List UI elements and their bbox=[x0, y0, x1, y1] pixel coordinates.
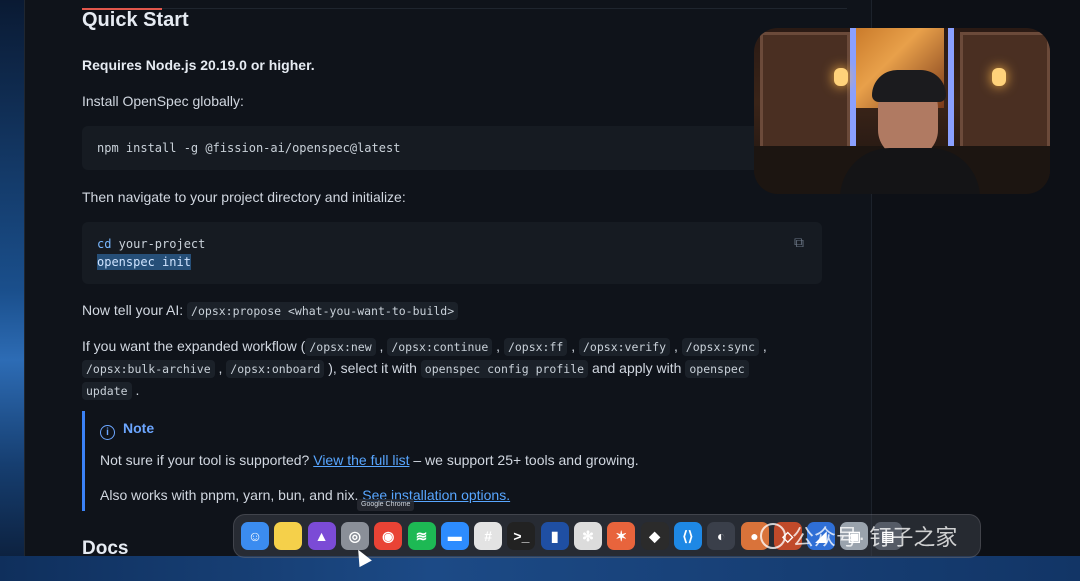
dock-icon-app-orange[interactable]: ✶ bbox=[607, 522, 636, 550]
docs-title: Docs bbox=[82, 538, 129, 559]
webcam-overlay bbox=[754, 28, 1050, 194]
cmd-sync: /opsx:sync bbox=[681, 338, 760, 356]
expanded-line-3: update . bbox=[82, 379, 139, 402]
webcam-neon-right bbox=[948, 28, 954, 148]
dock-icon-zoom[interactable]: ▬ bbox=[440, 522, 469, 550]
desktop-background bbox=[0, 0, 24, 581]
dock-icon-vscode[interactable]: ⟨⟩ bbox=[673, 522, 702, 550]
note-line-2: Also works with pnpm, yarn, bun, and nix… bbox=[100, 484, 510, 506]
note-line-1: Not sure if your tool is supported? View… bbox=[100, 449, 639, 471]
note-line1-prefix: Not sure if your tool is supported? bbox=[100, 452, 310, 468]
cd-arg: your-project bbox=[111, 237, 206, 251]
expanded-prefix: If you want the expanded workflow ( bbox=[82, 338, 306, 354]
cd-keyword: cd bbox=[97, 237, 112, 251]
note-header: i Note bbox=[100, 417, 154, 440]
dock-icon-chatgpt[interactable]: ✻ bbox=[574, 522, 602, 550]
divider bbox=[82, 8, 847, 9]
install-command[interactable]: npm install -g @fission-ai/openspec@late… bbox=[97, 140, 400, 156]
tell-ai-prefix: Now tell your AI: bbox=[82, 302, 184, 318]
dock-icon-app-dark[interactable]: ◐ bbox=[707, 522, 736, 550]
dock-icon-app-blue[interactable]: ▮ bbox=[540, 522, 569, 550]
cmd-ff: /opsx:ff bbox=[503, 338, 568, 356]
propose-command: /opsx:propose <what-you-want-to-build> bbox=[187, 302, 459, 320]
dock-icon-spotify[interactable]: ≋ bbox=[407, 522, 436, 550]
navigate-intro: Then navigate to your project directory … bbox=[82, 189, 406, 205]
expanded-line-1: If you want the expanded workflow (/opsx… bbox=[82, 338, 767, 356]
note-line2-prefix: Also works with pnpm, yarn, bun, and nix… bbox=[100, 487, 359, 503]
dock-icon-app-gray[interactable]: ◎ bbox=[340, 522, 369, 550]
dock-icon-app-purple[interactable]: ▲ bbox=[307, 522, 336, 550]
tell-ai-text: Now tell your AI: /opsx:propose <what-yo… bbox=[82, 299, 459, 322]
note-title: Note bbox=[123, 420, 155, 436]
cmd-bulk-archive: /opsx:bulk-archive bbox=[82, 360, 215, 378]
note-line1-suffix: – we support 25+ tools and growing. bbox=[413, 452, 639, 468]
code-line-cd[interactable]: cd your-project bbox=[97, 236, 205, 252]
info-icon: i bbox=[100, 425, 115, 440]
and-apply-text: and apply with bbox=[591, 360, 682, 376]
code-line-init[interactable]: openspec init bbox=[97, 254, 191, 270]
cmd-onboard: /opsx:onboard bbox=[226, 360, 325, 378]
install-intro: Install OpenSpec globally: bbox=[82, 93, 244, 109]
cmd-new: /opsx:new bbox=[305, 338, 376, 356]
profile-command: openspec config profile bbox=[420, 360, 589, 378]
dock-tooltip: Google Chrome bbox=[357, 499, 415, 511]
update-command-b: update bbox=[82, 382, 132, 400]
note-callout: i Note Not sure if your tool is supported… bbox=[82, 411, 825, 511]
cmd-verify: /opsx:verify bbox=[579, 338, 671, 356]
desktop-background-bottom bbox=[0, 556, 1080, 581]
dock-icon-finder[interactable]: ☺ bbox=[241, 522, 269, 550]
init-code-block: cd your-project openspec init ⧉ bbox=[82, 222, 822, 284]
webcam-lamp-right bbox=[992, 68, 1006, 86]
watermark-name: 钉子之家 bbox=[869, 525, 958, 550]
install-code-block: npm install -g @fission-ai/openspec@late… bbox=[82, 126, 822, 170]
dock-icon-app-cube[interactable]: ◆ bbox=[640, 522, 669, 550]
webcam-lamp-left bbox=[834, 68, 848, 86]
update-command-a: openspec bbox=[685, 360, 749, 378]
dock-icon-notes[interactable] bbox=[274, 522, 303, 550]
expanded-suffix: . bbox=[135, 382, 140, 398]
expanded-middle: ), select it with bbox=[328, 360, 417, 376]
webcam-neon-left bbox=[850, 28, 856, 148]
requirements-text: Requires Node.js 20.19.0 or higher. bbox=[82, 57, 315, 73]
copy-icon[interactable]: ⧉ bbox=[788, 234, 810, 252]
expanded-line-2: /opsx:bulk-archive , /opsx:onboard ), se… bbox=[82, 357, 749, 380]
section-title: Quick Start bbox=[82, 9, 189, 31]
watermark: 公众号· 钉子之家 bbox=[760, 521, 957, 555]
webcam-cap bbox=[872, 70, 946, 102]
dock-icon-slack[interactable]: # bbox=[474, 522, 503, 550]
view-full-list-link[interactable]: View the full list bbox=[313, 452, 409, 468]
wechat-logo-icon bbox=[760, 523, 786, 549]
dock-icon-terminal[interactable]: >_ bbox=[507, 522, 536, 550]
watermark-label: 公众号· bbox=[792, 525, 866, 550]
cmd-continue: /opsx:continue bbox=[387, 338, 493, 356]
dock-icon-chrome[interactable]: ◉ bbox=[374, 522, 403, 550]
